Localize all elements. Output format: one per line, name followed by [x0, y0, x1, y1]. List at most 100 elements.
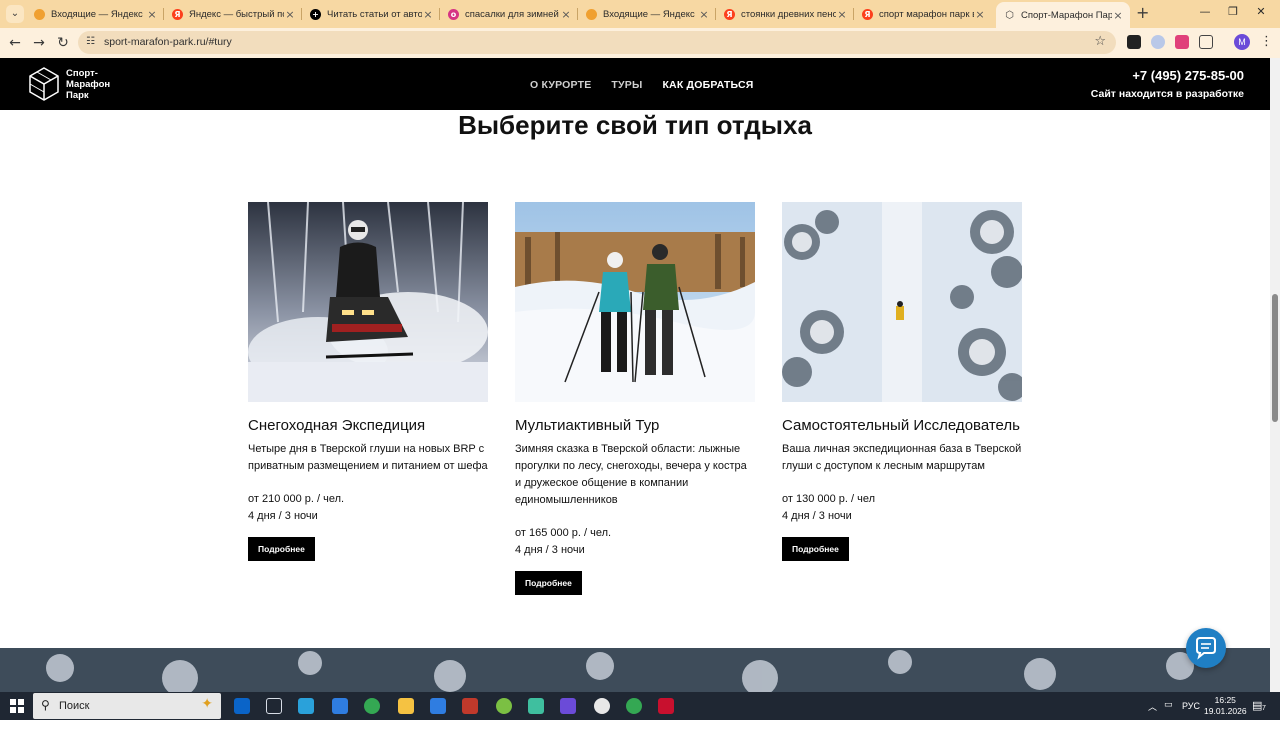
puzzle-extensions-icon[interactable]	[1199, 35, 1213, 49]
nav-link-directions[interactable]: КАК ДОБРАТЬСЯ	[662, 79, 753, 91]
tray-chevron-icon[interactable]: ︿	[1148, 700, 1157, 728]
xbox-icon[interactable]	[496, 698, 512, 714]
forward-arrow-icon[interactable]: →	[30, 34, 48, 52]
logo-line: Марафон	[66, 79, 111, 90]
chat-widget-button[interactable]	[1186, 628, 1226, 668]
back-arrow-icon[interactable]: ←	[6, 34, 24, 52]
yandex-mail-icon	[586, 8, 597, 20]
close-icon[interactable]: ×	[836, 8, 848, 21]
card-duration: 4 дня / 3 ночи	[248, 510, 318, 522]
site-info-icon[interactable]: ☷	[86, 36, 99, 49]
tab-title: Входящие — Яндекс Поч	[51, 8, 146, 20]
network-icon[interactable]: ▭	[1164, 700, 1173, 728]
windows-start-icon[interactable]	[10, 699, 24, 713]
tab-search-button[interactable]: ⌄	[6, 5, 24, 23]
taskbar-search[interactable]: ⚲ Поиск ✦	[33, 693, 221, 719]
tab-title: Спорт-Марафон Парк	[1021, 9, 1112, 21]
close-icon[interactable]: ×	[698, 8, 710, 21]
nav-link-about[interactable]: О КУРОРТЕ	[530, 79, 591, 91]
card-price-block: от 210 000 р. / чел. 4 дня / 3 ночи	[248, 491, 488, 525]
app-icon[interactable]	[462, 698, 478, 714]
browser-menu-icon[interactable]: ⋮	[1260, 34, 1273, 49]
tab-title: стоянки древних пенос	[741, 8, 836, 20]
address-bar[interactable]: ☷ sport-marafon-park.ru/#tury ☆	[78, 31, 1116, 54]
skiers-photo	[515, 202, 755, 402]
chrome-active-icon[interactable]	[626, 698, 642, 714]
yandex-icon: Я	[862, 8, 873, 20]
chat-icon	[1196, 637, 1216, 660]
messenger-icon[interactable]	[332, 698, 348, 714]
close-icon[interactable]: ×	[284, 8, 296, 21]
mail-app-icon[interactable]	[430, 698, 446, 714]
card-price: от 210 000 р. / чел.	[248, 493, 345, 505]
yandex-mail-icon	[34, 8, 45, 20]
details-button[interactable]: Подробнее	[248, 537, 315, 561]
browser-tab-strip: ⌄ Входящие — Яндекс Поч × Я Яндекс — быс…	[0, 0, 1280, 28]
tour-card: Самостоятельный Исследователь Ваша лична…	[782, 202, 1022, 561]
notification-count: 7	[1262, 705, 1266, 712]
browser-tab[interactable]: Входящие — Яндекс По ×	[578, 3, 716, 25]
card-title: Самостоятельный Исследователь	[782, 417, 1020, 434]
acrobat-icon[interactable]	[658, 698, 674, 714]
main-nav: О КУРОРТЕ ТУРЫ КАК ДОБРАТЬСЯ	[530, 79, 754, 91]
tab-title: спорт марафон парк все	[879, 8, 974, 20]
browser-toolbar: ← → ↻ ☷ sport-marafon-park.ru/#tury ☆ M …	[0, 28, 1280, 58]
cube-app-icon[interactable]	[266, 698, 282, 714]
url-text[interactable]: sport-marafon-park.ru/#tury	[104, 36, 232, 48]
minimize-button[interactable]: —	[1196, 5, 1214, 21]
browser-tab[interactable]: Входящие — Яндекс Поч ×	[26, 3, 164, 25]
page-scrollbar[interactable]	[1270, 58, 1280, 692]
development-notice: Сайт находится в разработке	[1090, 88, 1244, 100]
new-tab-button[interactable]: +	[1136, 5, 1152, 21]
tour-card: Мультиактивный Тур Зимняя сказка в Тверс…	[515, 202, 755, 595]
scrollbar-thumb[interactable]	[1272, 294, 1278, 422]
card-price: от 165 000 р. / чел.	[515, 527, 612, 539]
browser-tab[interactable]: Я Яндекс — быстрый пои ×	[164, 3, 302, 25]
card-description: Зимняя сказка в Тверской области: лыжные…	[515, 443, 747, 506]
site-logo-cube-icon[interactable]	[28, 66, 60, 102]
browser-tab[interactable]: o спасалки для зимней ры ×	[440, 3, 578, 25]
site-logo-text[interactable]: Спорт- Марафон Парк	[66, 68, 110, 101]
close-icon[interactable]: ×	[146, 8, 158, 21]
page-viewport: Спорт- Марафон Парк О КУРОРТЕ ТУРЫ КАК Д…	[0, 58, 1270, 692]
close-icon[interactable]: ×	[422, 8, 434, 21]
telegram-icon[interactable]	[298, 698, 314, 714]
app-icon[interactable]	[528, 698, 544, 714]
logo-line: Парк	[66, 90, 89, 101]
ozon-icon: o	[448, 8, 459, 20]
app-icon[interactable]	[560, 698, 576, 714]
tab-title: Яндекс — быстрый пои	[189, 8, 284, 20]
bookmark-star-icon[interactable]: ☆	[1094, 34, 1106, 49]
notification-icon[interactable]: ▤	[1252, 699, 1262, 727]
browser-tab[interactable]: Я спорт марафон парк все ×	[854, 3, 992, 25]
language-indicator[interactable]: РУС	[1182, 701, 1200, 729]
browser-tab-active[interactable]: ⬡ Спорт-Марафон Парк ×	[996, 2, 1130, 28]
reload-icon[interactable]: ↻	[54, 34, 72, 52]
profile-avatar[interactable]: M	[1234, 34, 1250, 50]
restore-button[interactable]: ❐	[1224, 5, 1242, 21]
shield-extension-icon[interactable]	[1151, 35, 1165, 49]
file-explorer-icon[interactable]	[398, 698, 414, 714]
card-description: Ваша личная экспедиционная база в Тверск…	[782, 443, 1022, 472]
close-icon[interactable]: ×	[560, 8, 572, 21]
tab-title: спасалки для зимней ры	[465, 8, 560, 20]
close-icon[interactable]: ×	[1112, 9, 1124, 22]
phone-number[interactable]: +7 (495) 275-85-00	[1132, 68, 1244, 83]
extension-icon[interactable]	[1175, 35, 1189, 49]
nav-link-tours[interactable]: ТУРЫ	[611, 79, 642, 91]
chrome-icon[interactable]	[364, 698, 380, 714]
extension-icon[interactable]	[1127, 35, 1141, 49]
details-button[interactable]: Подробнее	[782, 537, 849, 561]
browser-tab[interactable]: Я стоянки древних пенос ×	[716, 3, 854, 25]
taskbar-clock[interactable]: 16:25 19.01.2026	[1204, 695, 1247, 717]
site-header: Спорт- Марафон Парк О КУРОРТЕ ТУРЫ КАК Д…	[0, 58, 1270, 110]
aerial-forest-photo	[782, 202, 1022, 402]
close-window-button[interactable]: ✕	[1252, 5, 1270, 21]
close-icon[interactable]: ×	[974, 8, 986, 21]
app-icon[interactable]	[594, 698, 610, 714]
outlook-icon[interactable]	[234, 698, 250, 714]
card-duration: 4 дня / 3 ночи	[515, 544, 585, 556]
details-button[interactable]: Подробнее	[515, 571, 582, 595]
tour-card: Снегоходная Экспедиция Четыре дня в Твер…	[248, 202, 488, 561]
browser-tab[interactable]: + Читать статьи от автор ×	[302, 3, 440, 25]
